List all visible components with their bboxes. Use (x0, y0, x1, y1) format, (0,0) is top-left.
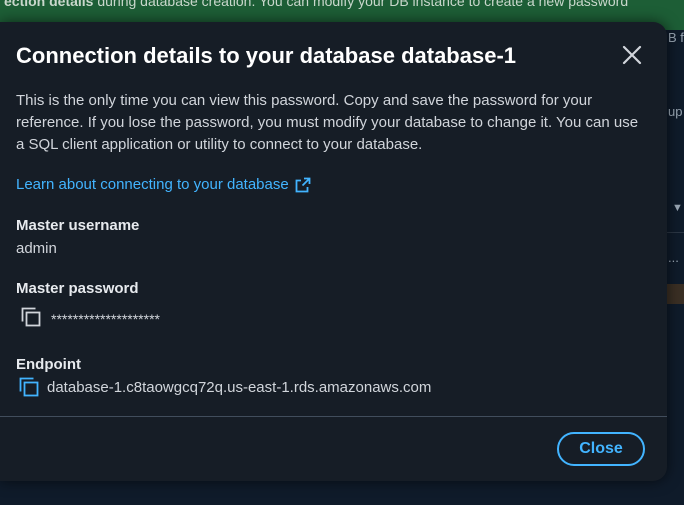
modal-description: This is the only time you can view this … (16, 92, 639, 153)
banner-bold-text: ection details (4, 0, 94, 9)
copy-icon[interactable] (21, 307, 41, 327)
background-fragment: B f (668, 30, 684, 45)
learn-link-label: Learn about connecting to your database (16, 176, 289, 193)
background-fragment: ... (668, 250, 679, 265)
background-dropdown-icon: ▼ (672, 202, 683, 214)
endpoint-value: database-1.c8taowgcq72q.us-east-1.rds.am… (47, 379, 432, 396)
master-username-value: admin (16, 240, 57, 257)
master-password-label: Master password (16, 280, 139, 297)
copy-icon[interactable] (19, 377, 39, 397)
endpoint-label: Endpoint (16, 356, 81, 373)
master-username-label: Master username (16, 217, 140, 234)
close-icon[interactable] (619, 42, 645, 68)
background-fragment: up (668, 104, 683, 119)
learn-about-connecting-link[interactable]: Learn about connecting to your database (16, 176, 311, 193)
external-link-icon (295, 177, 311, 192)
banner-text: during database creation. You can modify… (93, 0, 629, 9)
modal-title: Connection details to your database data… (16, 43, 517, 68)
close-button[interactable]: Close (557, 432, 645, 466)
master-password-value: ******************** (51, 311, 160, 327)
footer-divider (0, 416, 667, 417)
connection-details-modal: Connection details to your database data… (0, 22, 667, 481)
